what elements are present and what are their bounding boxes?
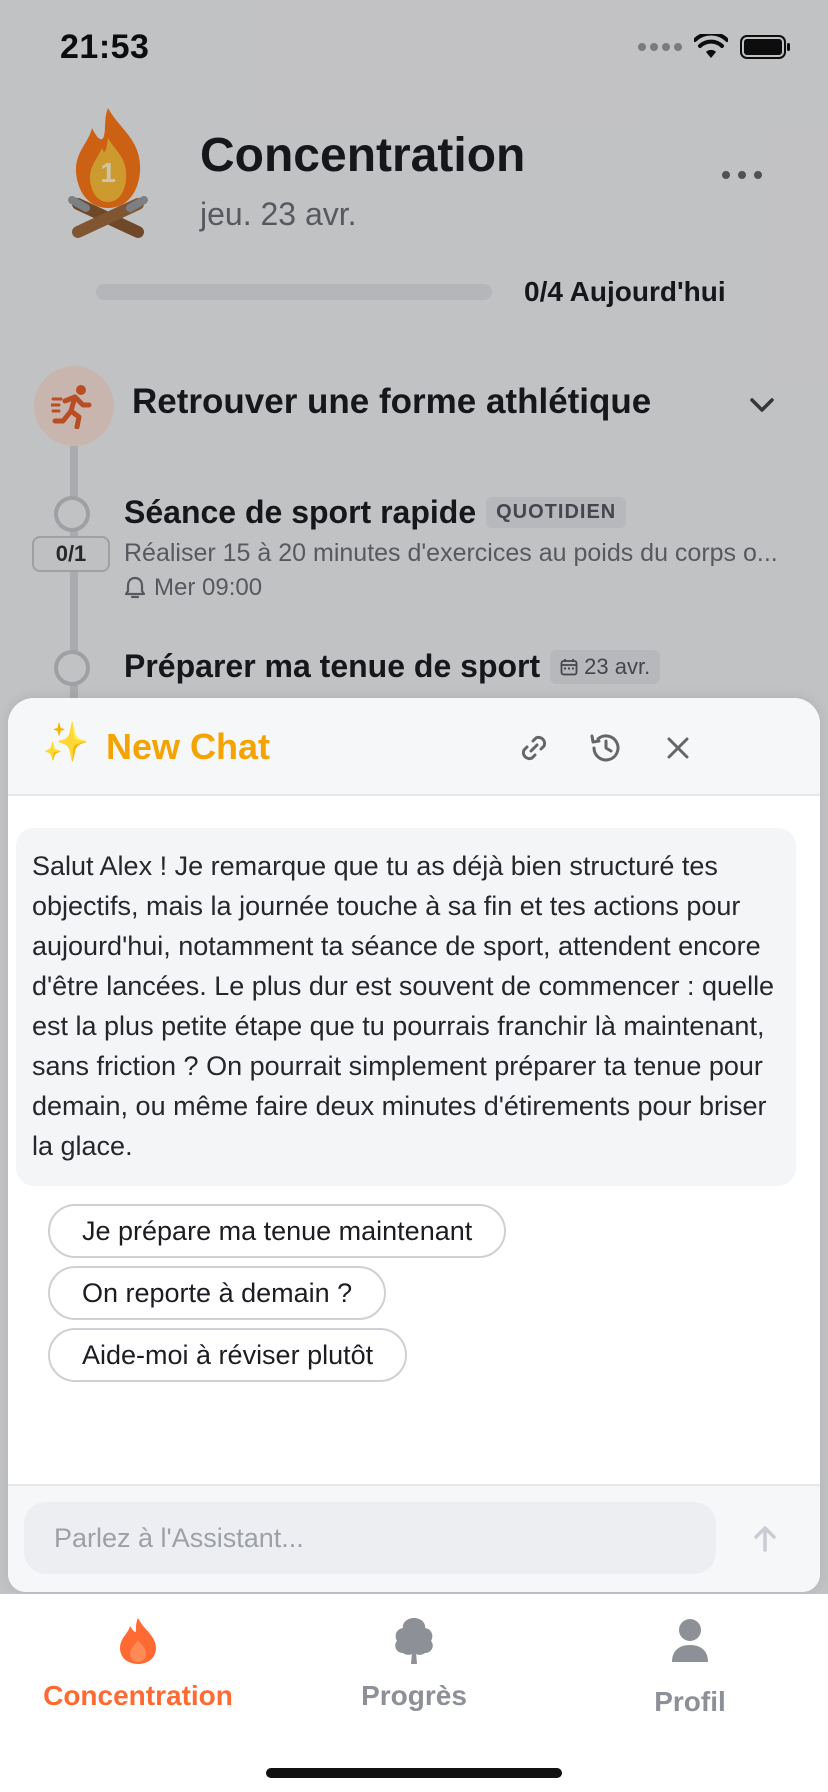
close-button[interactable] <box>656 726 700 770</box>
suggestion-chip[interactable]: Aide-moi à réviser plutôt <box>48 1328 408 1382</box>
sparkles-icon: ✨ <box>42 722 90 764</box>
assistant-message: Salut Alex ! Je remarque que tu as déjà … <box>16 828 796 1186</box>
chat-composer <box>8 1484 820 1592</box>
chat-sheet: ✨ New Chat Salut Alex ! Je remarque que … <box>8 698 820 1592</box>
history-button[interactable] <box>584 726 628 770</box>
history-icon <box>590 734 620 762</box>
tab-label: Profil <box>654 1686 726 1717</box>
flame-icon <box>120 1618 156 1664</box>
tab-bar: Concentration Progrès Profil <box>0 1594 828 1792</box>
home-indicator <box>266 1768 562 1778</box>
link-button[interactable] <box>512 726 556 770</box>
send-button[interactable] <box>738 1512 792 1566</box>
tree-icon <box>395 1618 433 1664</box>
suggestion-chip[interactable]: Je prépare ma tenue maintenant <box>48 1204 507 1258</box>
tab-profil[interactable]: Profil <box>570 1616 810 1718</box>
link-icon <box>521 735 547 761</box>
chat-input[interactable] <box>24 1502 716 1574</box>
tab-label: Progrès <box>361 1680 467 1711</box>
chat-header: ✨ New Chat <box>8 698 820 796</box>
close-icon <box>667 737 689 759</box>
chat-title: New Chat <box>106 726 271 767</box>
tab-label: Concentration <box>43 1680 233 1711</box>
tab-concentration[interactable]: Concentration <box>18 1616 258 1712</box>
app-screen: 21:53 1 Concentration jeu. 23 avr. 0/4 A… <box>0 0 828 1792</box>
suggestion-list: Je prépare ma tenue maintenant On report… <box>48 1204 507 1390</box>
tab-progres[interactable]: Progrès <box>294 1616 534 1712</box>
person-icon <box>672 1619 708 1662</box>
suggestion-chip[interactable]: On reporte à demain ? <box>48 1266 387 1320</box>
arrow-up-icon <box>754 1526 776 1552</box>
